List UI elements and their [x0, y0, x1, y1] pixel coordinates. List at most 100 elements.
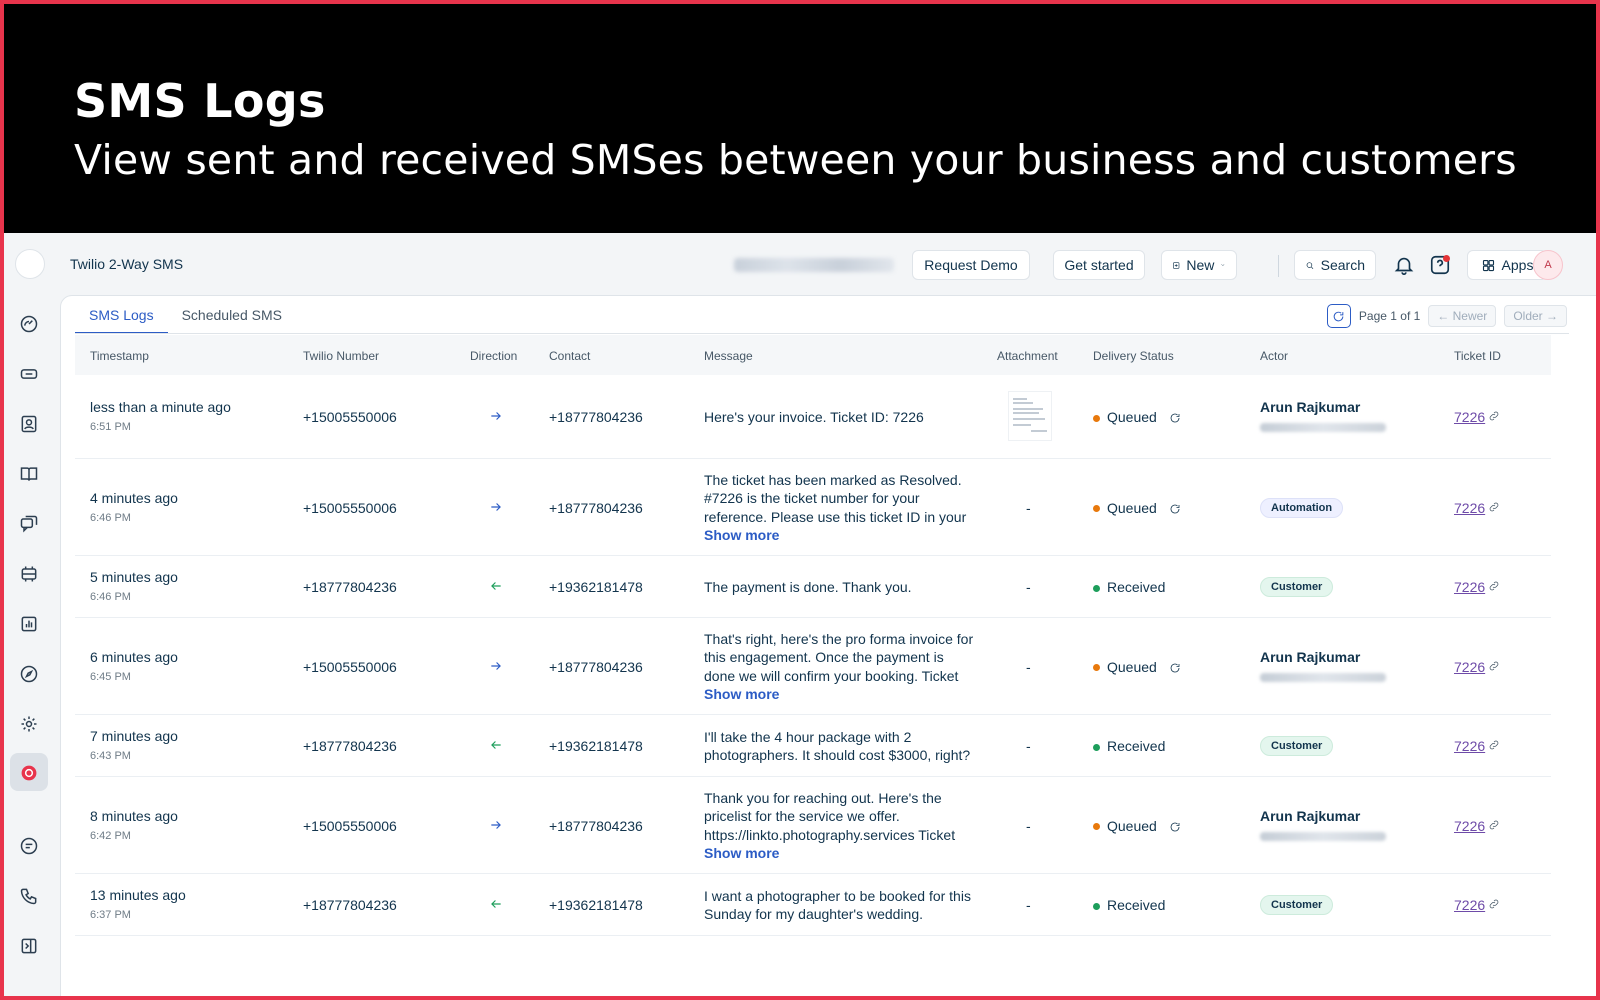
tab-sms-logs[interactable]: SMS Logs — [75, 296, 168, 334]
link-icon — [1488, 738, 1500, 754]
column-header[interactable]: Contact — [549, 349, 590, 363]
link-icon — [1488, 500, 1500, 516]
ticket-link[interactable]: 7226 — [1454, 409, 1500, 425]
twilio-number: +18777804236 — [303, 738, 397, 754]
collapse-icon[interactable] — [18, 935, 40, 957]
contacts-icon[interactable] — [18, 413, 40, 435]
table-row[interactable]: 8 minutes ago 6:42 PM +15005550006 +1877780… — [75, 777, 1551, 874]
show-more-link[interactable]: Show more — [704, 844, 974, 863]
delivery-status: Received — [1093, 579, 1165, 595]
column-header[interactable]: Attachment — [997, 349, 1058, 363]
twilio-app-icon[interactable] — [18, 762, 40, 784]
table-row[interactable]: 4 minutes ago 6:46 PM +15005550006 +1877780… — [75, 459, 1551, 556]
reports-icon[interactable] — [18, 613, 40, 635]
attachment-thumbnail[interactable] — [1008, 391, 1052, 441]
actor-badge: Automation — [1260, 497, 1344, 518]
phone-icon[interactable] — [18, 885, 40, 907]
ticket-link[interactable]: 7226 — [1454, 659, 1500, 675]
dashboard-icon[interactable] — [18, 313, 40, 335]
new-button[interactable]: New — [1161, 250, 1237, 280]
main-panel: SMS Logs Scheduled SMS Page 1 of 1 ← New… — [60, 295, 1596, 996]
pagination: Page 1 of 1 ← Newer Older → — [1326, 304, 1567, 328]
refresh-button[interactable] — [1326, 304, 1351, 328]
tab-scheduled-sms[interactable]: Scheduled SMS — [168, 296, 296, 334]
plus-square-icon — [1173, 261, 1180, 269]
column-header[interactable]: Actor — [1260, 349, 1288, 363]
compass-icon[interactable] — [18, 663, 40, 685]
show-more-link[interactable]: Show more — [704, 685, 974, 704]
solutions-icon[interactable] — [18, 463, 40, 485]
column-header[interactable]: Direction — [470, 349, 517, 363]
notification-dot — [1443, 255, 1450, 262]
attachment-empty: - — [1026, 658, 1031, 675]
ticket-link[interactable]: 7226 — [1454, 579, 1500, 595]
app-logo[interactable] — [15, 249, 45, 279]
twilio-number: +15005550006 — [303, 658, 397, 675]
column-header[interactable]: Delivery Status — [1093, 349, 1174, 363]
status-dot — [1093, 823, 1100, 831]
redacted-account-text — [734, 258, 894, 272]
column-header[interactable]: Ticket ID — [1454, 349, 1501, 363]
refresh-icon — [1334, 311, 1344, 321]
refresh-status-icon[interactable] — [1169, 411, 1181, 423]
twilio-number: +18777804236 — [303, 897, 397, 913]
timestamp-relative: 8 minutes ago — [90, 807, 178, 824]
request-demo-button[interactable]: Request Demo — [912, 250, 1030, 280]
timestamp-time: 6:46 PM — [90, 511, 131, 524]
table-row[interactable]: less than a minute ago 6:51 PM +1500555000… — [75, 375, 1551, 459]
page-indicator: Page 1 of 1 — [1358, 309, 1421, 323]
tab-underline — [75, 333, 1569, 334]
older-button[interactable]: Older → — [1504, 305, 1567, 327]
column-header[interactable]: Message — [704, 349, 753, 363]
link-icon — [1488, 659, 1500, 675]
delivery-status: Queued — [1093, 409, 1157, 425]
get-started-label: Get started — [1064, 257, 1134, 273]
column-header[interactable]: Twilio Number — [303, 349, 379, 363]
app-title: Twilio 2-Way SMS — [70, 256, 184, 272]
tickets-icon[interactable] — [18, 363, 40, 385]
table-row[interactable]: 13 minutes ago 6:37 PM +18777804236 +193621… — [75, 874, 1551, 936]
link-icon — [1488, 579, 1500, 595]
ticket-link[interactable]: 7226 — [1454, 818, 1500, 834]
notifications-button[interactable] — [1390, 250, 1418, 280]
sms-log-table: less than a minute ago 6:51 PM +1500555000… — [75, 375, 1551, 936]
show-more-link[interactable]: Show more — [704, 526, 974, 545]
actor-name: Arun Rajkumar — [1260, 399, 1361, 415]
table-row[interactable]: 5 minutes ago 6:46 PM +18777804236 +1936218… — [75, 556, 1551, 618]
actor-badge: Customer — [1260, 577, 1334, 597]
timestamp-relative: 13 minutes ago — [90, 887, 186, 903]
settings-icon[interactable] — [18, 713, 40, 735]
status-dot — [1093, 414, 1100, 422]
apps-grid-icon — [1482, 259, 1494, 271]
contact-number: +18777804236 — [549, 499, 643, 516]
timestamp-relative: 6 minutes ago — [90, 648, 178, 665]
help-button[interactable] — [1426, 250, 1454, 280]
delivery-status: Queued — [1093, 818, 1157, 834]
search-button[interactable]: Search — [1294, 250, 1376, 280]
actor-email-redacted — [1260, 672, 1386, 682]
assets-icon[interactable] — [18, 563, 40, 585]
message-text: The ticket has been marked as Resolved. #… — [704, 471, 974, 545]
link-icon — [1488, 818, 1500, 834]
delivery-status: Queued — [1093, 659, 1157, 675]
actor-name: Arun Rajkumar — [1260, 807, 1361, 824]
table-row[interactable]: 7 minutes ago 6:43 PM +18777804236 +1936218… — [75, 715, 1551, 777]
avatar[interactable]: A — [1533, 250, 1563, 280]
message-text: Thank you for reaching out. Here's the pr… — [704, 789, 974, 863]
ticket-link[interactable]: 7226 — [1454, 897, 1500, 913]
ticket-link[interactable]: 7226 — [1454, 738, 1500, 754]
status-dot — [1093, 584, 1100, 592]
refresh-status-icon[interactable] — [1169, 502, 1181, 514]
link-icon — [1488, 409, 1500, 425]
timestamp-time: 6:42 PM — [90, 829, 131, 842]
get-started-button[interactable]: Get started — [1053, 250, 1145, 280]
table-row[interactable]: 6 minutes ago 6:45 PM +15005550006 +1877780… — [75, 618, 1551, 715]
newer-button[interactable]: ← Newer — [1428, 305, 1497, 327]
chat-icon[interactable] — [18, 835, 40, 857]
refresh-status-icon[interactable] — [1169, 820, 1181, 832]
column-header[interactable]: Timestamp — [90, 349, 149, 363]
refresh-status-icon[interactable] — [1169, 661, 1181, 673]
ticket-link[interactable]: 7226 — [1454, 500, 1500, 516]
conversations-icon[interactable] — [18, 513, 40, 535]
actor-badge: Customer — [1260, 895, 1334, 915]
